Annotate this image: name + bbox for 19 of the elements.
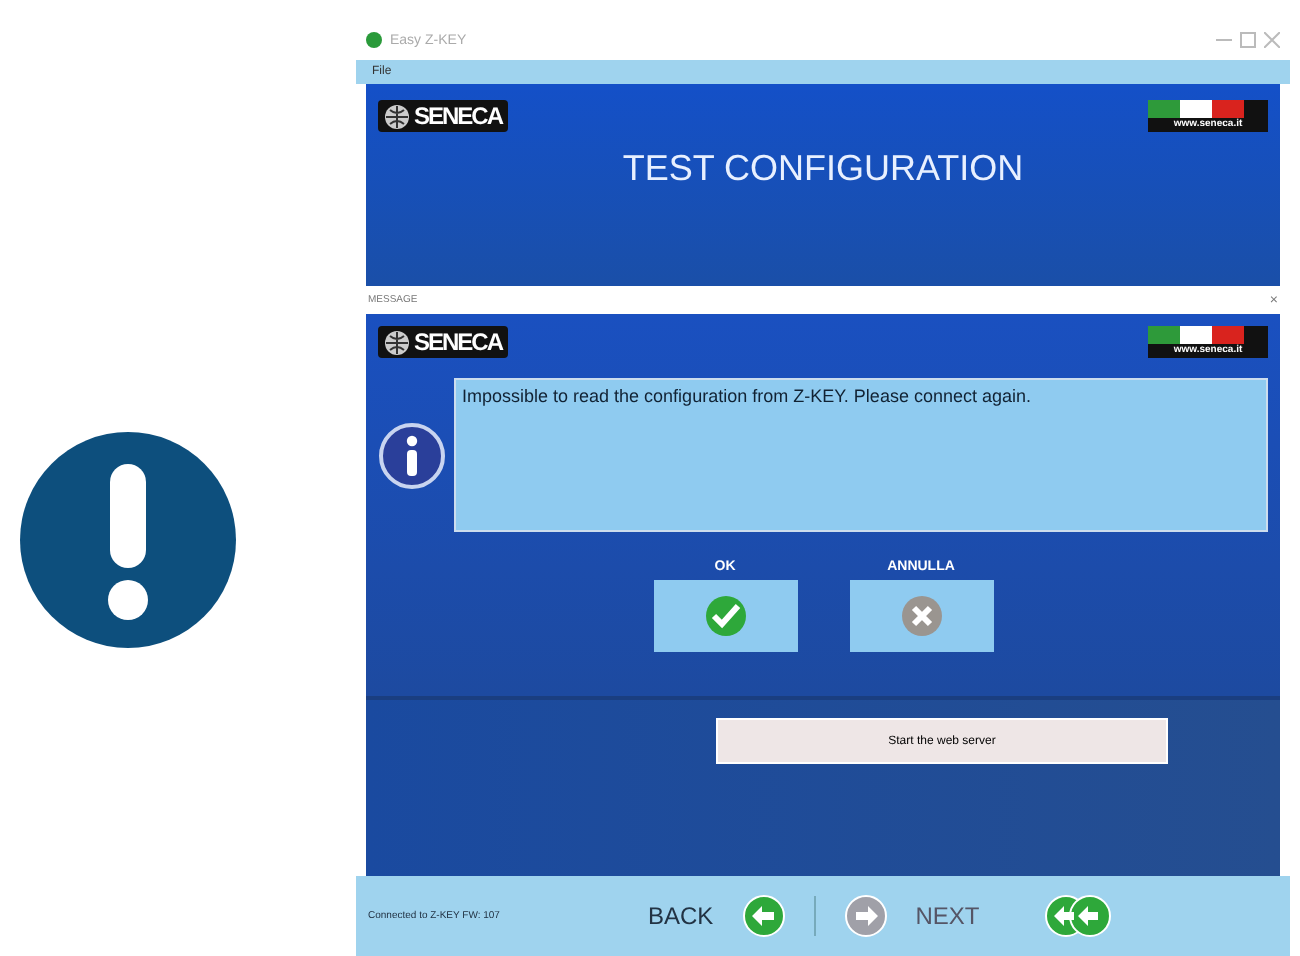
nav-label: NEXT — [915, 902, 980, 930]
back-button[interactable] — [741, 894, 786, 938]
brand-name: SENECA — [414, 102, 503, 130]
ok-button[interactable] — [653, 580, 797, 652]
cross-icon — [899, 594, 943, 638]
app-icon — [366, 32, 382, 48]
globe-icon — [384, 329, 410, 355]
nav-label: BACK — [648, 902, 714, 930]
cancel-button[interactable] — [849, 580, 993, 652]
close-icon[interactable] — [1264, 32, 1280, 48]
finish-button[interactable] — [1043, 894, 1112, 938]
globe-icon — [384, 103, 410, 129]
check-icon — [703, 594, 747, 638]
screen-title: TEST CONFIGURATION — [620, 148, 1026, 190]
brand-name: SENECA — [414, 328, 503, 356]
message-text: Impossible to read the configuration from Z-KEY. Please connect again. — [454, 378, 1268, 532]
warning-icon — [20, 432, 236, 648]
maximize-icon[interactable] — [1240, 32, 1256, 48]
info-icon — [378, 421, 446, 489]
